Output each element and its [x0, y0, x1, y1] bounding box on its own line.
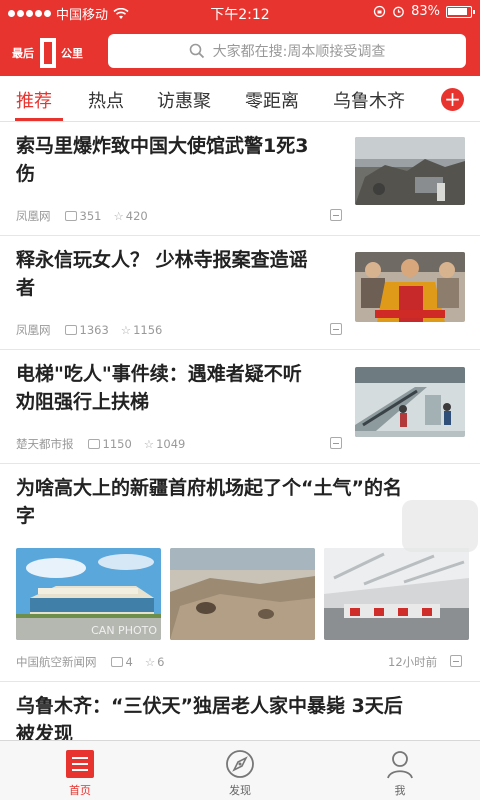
star-icon: ☆	[120, 323, 132, 337]
tab-recommend[interactable]: 推荐	[16, 87, 52, 113]
dislike-icon[interactable]	[450, 655, 462, 667]
like-count: 1049	[156, 437, 186, 451]
like-count: 6	[157, 655, 165, 669]
channel-tabs: 推荐 热点 访惠聚 零距离 乌鲁木齐	[0, 76, 480, 122]
nav-discover[interactable]: 发现	[160, 741, 320, 800]
nav-home[interactable]: 首页	[0, 741, 160, 800]
person-icon	[387, 751, 413, 779]
dislike-icon[interactable]	[330, 437, 342, 449]
app-logo[interactable]: 最后 公里	[12, 36, 94, 70]
app-header: 中国移动 下午2:12 83% 最后 公里 大家都在搜:周本顺接受调查	[0, 0, 480, 76]
tab-zero-distance[interactable]: 零距离	[245, 87, 299, 113]
comment-count: 1363	[79, 323, 109, 337]
news-source: 中国航空新闻网	[16, 655, 97, 669]
news-thumbnail	[355, 252, 465, 322]
nav-home-label: 首页	[69, 784, 91, 797]
comment-icon	[110, 656, 123, 667]
logo-text-left: 最后	[12, 47, 34, 60]
search-placeholder: 大家都在搜:周本顺接受调查	[212, 44, 386, 60]
add-channel-button[interactable]: +	[441, 88, 464, 111]
like-count: 420	[125, 209, 148, 223]
news-meta: 中国航空新闻网 4 ☆ 6	[16, 654, 164, 670]
logo-text-right: 公里	[61, 47, 83, 60]
star-icon: ☆	[143, 437, 155, 451]
news-image-3	[324, 548, 469, 640]
orientation-lock-icon	[373, 5, 386, 18]
tab-fanghuiju[interactable]: 访惠聚	[157, 87, 211, 113]
battery-icon	[446, 5, 475, 18]
dislike-icon[interactable]	[330, 323, 342, 335]
news-source: 凤凰网	[16, 209, 51, 223]
news-meta: 楚天都市报 1150 ☆ 1049	[16, 436, 185, 452]
news-source: 楚天都市报	[16, 437, 74, 451]
news-thumbnail	[355, 367, 465, 437]
comment-icon	[64, 324, 77, 335]
comment-icon	[64, 210, 77, 221]
news-time: 12小时前	[388, 655, 438, 669]
compass-icon	[226, 750, 254, 778]
search-icon	[189, 43, 204, 59]
news-title: 电梯"吃人"事件续：遇难者疑不听 劝阻强行上扶梯	[16, 363, 302, 413]
star-icon: ☆	[144, 655, 156, 669]
alarm-icon	[393, 6, 404, 18]
comment-count: 4	[125, 655, 133, 669]
news-title: 索马里爆炸致中国大使馆武警1死3 伤	[16, 135, 309, 185]
nav-me-label: 我	[394, 784, 406, 797]
bottom-nav: 首页 发现 我	[0, 740, 480, 800]
news-meta: 凤凰网 351 ☆ 420	[16, 208, 148, 224]
tab-hot[interactable]: 热点	[88, 87, 124, 113]
star-icon: ☆	[113, 209, 124, 223]
news-image-2	[170, 548, 315, 640]
tabs-fade	[416, 80, 438, 118]
search-input[interactable]: 大家都在搜:周本顺接受调查	[108, 34, 466, 68]
logo-mark-icon	[40, 38, 56, 68]
nav-discover-label: 发现	[229, 784, 251, 797]
comment-count: 351	[79, 209, 102, 223]
status-bar: 中国移动 下午2:12 83%	[0, 0, 480, 24]
news-source: 凤凰网	[16, 323, 51, 337]
photo-watermark: CAN PHOTO	[91, 624, 157, 637]
nav-me[interactable]: 我	[320, 741, 480, 800]
news-item[interactable]: 电梯"吃人"事件续：遇难者疑不听 劝阻强行上扶梯 楚天都市报 1150 ☆ 104…	[0, 350, 480, 464]
news-image-1: CAN PHOTO	[16, 548, 161, 640]
news-item[interactable]: 释永信玩女人？ 少林寺报案查造谣 者 凤凰网 1363 ☆ 1156	[0, 236, 480, 350]
news-item[interactable]: 为啥高大上的新疆首府机场起了个“土气”的名 字 CAN PHOTO 中国航空新闻…	[0, 464, 480, 682]
like-count: 1156	[133, 323, 163, 337]
tab-urumqi[interactable]: 乌鲁木齐	[333, 87, 405, 113]
news-title: 释永信玩女人？ 少林寺报案查造谣 者	[16, 249, 308, 299]
dislike-icon[interactable]	[330, 209, 342, 221]
battery-percent: 83%	[411, 4, 440, 19]
floating-assistive-button[interactable]	[402, 500, 478, 552]
news-item[interactable]: 乌鲁木齐：“三伏天”独居老人家中暴毙 3天后 被发现	[0, 682, 480, 745]
comment-count: 1150	[102, 437, 132, 451]
comment-icon	[87, 438, 100, 449]
news-thumbnail	[355, 137, 465, 205]
active-tab-indicator	[15, 118, 63, 121]
news-meta: 凤凰网 1363 ☆ 1156	[16, 322, 162, 338]
news-item[interactable]: 索马里爆炸致中国大使馆武警1死3 伤 凤凰网 351 ☆ 420	[0, 122, 480, 236]
home-list-icon	[66, 750, 94, 778]
